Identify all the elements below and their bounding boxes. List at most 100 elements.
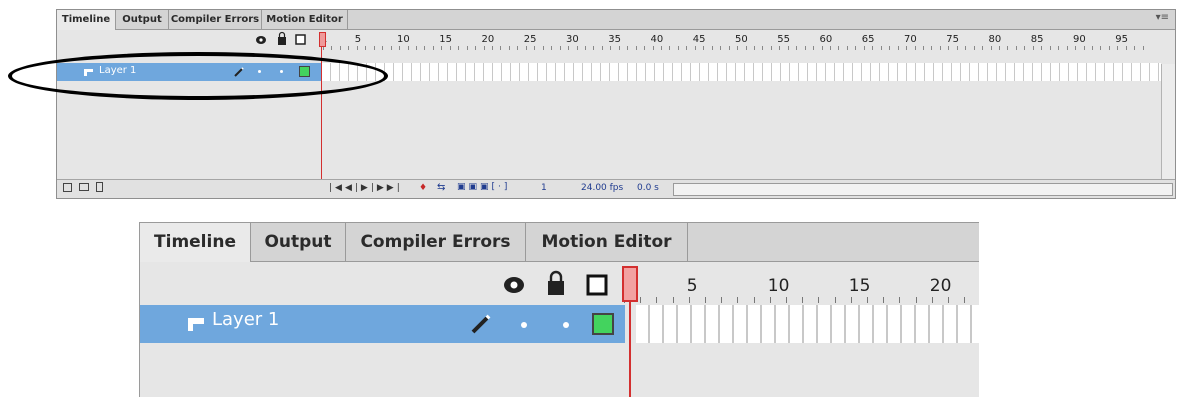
frame-number: 25 [523,34,537,45]
ruler-tick [922,46,924,50]
frames-track[interactable] [636,305,979,343]
horizontal-scrollbar[interactable] [673,183,1173,196]
ruler-tick [601,46,603,50]
tab-motion-editor[interactable]: Motion Editor [262,10,348,29]
ruler-tick [1100,46,1102,50]
ruler-tick [661,46,662,50]
ruler-tick [382,46,384,50]
tab-compiler-errors[interactable]: Compiler Errors [169,10,262,29]
ruler-tick [686,46,688,50]
outline-icon[interactable] [295,34,306,45]
frame-number: 60 [819,34,833,45]
ruler-tick [787,46,789,50]
ruler-tick [1058,46,1060,50]
ruler-tick [786,297,787,303]
frame-number: 10 [767,276,790,296]
loop-icon[interactable]: ⇆ [437,182,445,193]
ruler-tick [672,297,674,303]
ruler-tick [365,46,367,50]
center-frame-icon[interactable]: ♦ [419,183,427,193]
tab-timeline[interactable]: Timeline [140,223,251,262]
ruler-tick [559,46,561,50]
ruler-tick [576,46,578,50]
ruler-tick [956,46,958,50]
timeline-panel-small: Timeline Output Compiler Errors Motion E… [56,9,1176,199]
ruler-tick [475,46,477,50]
ruler-tick [939,46,941,50]
layer-color-swatch[interactable] [592,313,614,335]
playback-controls[interactable]: |◀◀|▶|▶▶| [329,183,403,193]
tab-bar: Timeline Output Compiler Errors Motion E… [57,10,1175,30]
tab-motion-editor[interactable]: Motion Editor [526,223,688,261]
visibility-dot[interactable] [521,322,527,328]
lock-icon[interactable] [548,270,564,295]
pencil-icon [471,314,491,334]
tab-timeline[interactable]: Timeline [57,10,116,30]
ruler-tick [1142,46,1144,50]
ruler-tick [931,46,933,50]
frame-number: 85 [1030,34,1044,45]
frame-number: 95 [1115,34,1129,45]
new-folder-icon[interactable] [79,183,89,191]
ruler-tick [948,297,949,303]
tab-compiler-errors[interactable]: Compiler Errors [346,223,526,261]
outline-icon[interactable] [586,274,608,296]
ruler-tick [356,46,358,50]
ruler-tick [1125,46,1127,50]
trash-icon[interactable] [96,182,103,192]
ruler-tick [618,46,620,50]
ruler-tick [568,46,570,50]
onion-skin-icons[interactable]: ▣▣▣[·] [457,182,510,192]
ruler-tick [721,297,723,303]
ruler-tick [1075,46,1077,50]
ruler-tick [415,46,417,50]
playhead[interactable] [622,266,638,302]
ruler-tick [838,46,840,50]
new-layer-icon[interactable] [63,183,72,192]
ruler-tick [339,46,341,50]
ruler-tick [745,46,747,50]
ruler-tick [640,297,642,303]
ruler-tick [834,297,836,303]
ruler-tick [1032,46,1034,50]
frame-number: 90 [1073,34,1086,45]
ruler-tick [652,46,654,50]
panel-menu-icon[interactable]: ▾≡ [1156,12,1169,23]
frame-rate[interactable]: 24.00 fps [581,183,623,193]
ruler-tick [1041,46,1043,50]
ruler-tick [525,46,527,50]
ruler-tick [720,46,722,50]
frame-number: 45 [692,34,706,45]
frame-ruler[interactable]: 15101520 [620,262,979,306]
ruler-tick [703,46,705,50]
frame-number: 20 [929,276,952,296]
lock-icon[interactable] [278,31,286,46]
ruler-tick [1066,46,1068,50]
ruler-tick [804,46,806,50]
frame-ruler[interactable]: 15101520253035404550556065707580859095 [319,29,1175,51]
tab-output[interactable]: Output [251,223,346,261]
playhead[interactable] [319,32,326,47]
timeline-panel-zoomed: Timeline Output Compiler Errors Motion E… [139,222,979,397]
ruler-tick [769,297,771,303]
frame-number: 5 [354,34,362,45]
ruler-tick [973,46,975,50]
eye-icon[interactable] [504,277,524,293]
frames-track[interactable] [322,63,1161,81]
tab-output[interactable]: Output [116,10,169,29]
frame-number: 80 [988,34,1002,45]
ruler-tick [906,46,908,50]
frame-number: 15 [848,276,871,296]
eye-icon[interactable] [256,36,266,44]
ruler-tick [753,297,755,303]
lock-dot[interactable] [563,322,569,328]
ruler-tick [872,46,874,50]
current-frame[interactable]: 1 [541,183,547,193]
ruler-tick [1049,46,1051,50]
ruler-tick [407,46,409,50]
layer-row[interactable]: Layer 1 [140,305,625,343]
ruler-tick [796,46,798,50]
ruler-tick [821,46,823,50]
ruler-tick [1108,46,1110,50]
vertical-scrollbar[interactable] [1161,64,1175,182]
